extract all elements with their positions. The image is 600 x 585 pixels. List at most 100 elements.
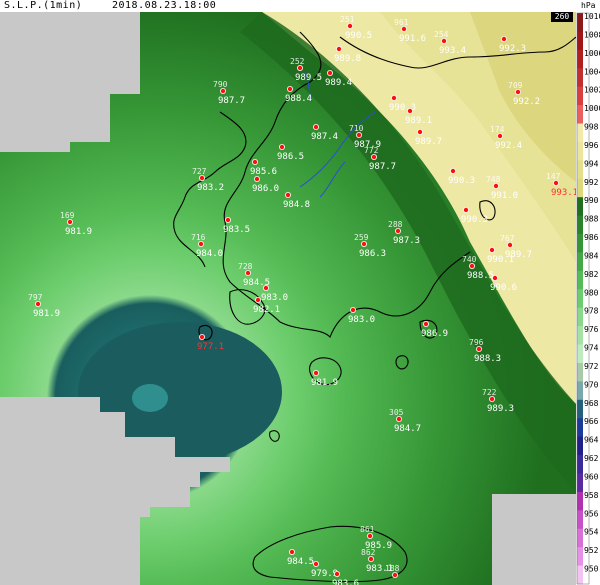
station-pressure-value: 984.8 <box>283 200 310 210</box>
legend-swatch <box>577 326 583 346</box>
station-pressure-value: 993.4 <box>439 46 466 56</box>
legend-level: 992 <box>584 178 599 187</box>
legend-swatch <box>577 234 583 253</box>
station-id: 961 <box>394 18 409 27</box>
station-dot <box>422 320 429 327</box>
product-title: S.L.P.(1min) <box>4 0 83 11</box>
station-dot <box>335 46 342 53</box>
legend-level: 978 <box>584 307 599 316</box>
station-dot <box>312 124 319 131</box>
station-pressure-value: 989.8 <box>334 54 361 64</box>
legend-swatch <box>577 565 583 585</box>
station-pressure-value: 986.0 <box>252 184 279 194</box>
station-id: 147 <box>546 172 561 181</box>
station-id: 710 <box>349 124 364 133</box>
station-id: 861 <box>360 525 375 534</box>
station-pressure-value: 989.1 <box>405 116 432 126</box>
station-id: 790 <box>213 80 228 89</box>
station-id: 305 <box>389 408 404 417</box>
legend-swatch <box>577 160 583 180</box>
legend-swatch <box>577 455 583 474</box>
station-id: 709 <box>508 81 523 90</box>
station-dot <box>296 65 303 72</box>
legend-swatch <box>577 418 583 438</box>
station-id: 722 <box>482 388 497 397</box>
legend-swatch <box>577 31 583 51</box>
station-id: 728 <box>238 262 253 271</box>
legend-swatch <box>577 105 583 125</box>
legend-level: 950 <box>584 565 599 574</box>
station-dot <box>288 549 295 556</box>
station-pressure-value: 992.2 <box>513 97 540 107</box>
station-pressure-value: 983.6 <box>332 579 359 585</box>
station-pressure-value: 988.3 <box>474 354 501 364</box>
legend-swatch <box>577 68 583 88</box>
legend-level: 1002 <box>584 86 600 95</box>
station-pressure-value: 983.0 <box>261 293 288 303</box>
legend-level: 966 <box>584 417 599 426</box>
station-pressure-value: 988.4 <box>285 94 312 104</box>
station-dot <box>390 95 397 102</box>
station-pressure-value: 992.3 <box>499 44 526 54</box>
station-dot <box>515 89 522 96</box>
legend-swatch <box>577 510 583 530</box>
station-dot <box>198 333 205 340</box>
no-data-region <box>492 494 576 585</box>
station-id: 288 <box>388 220 403 229</box>
legend-level: 986 <box>584 233 599 242</box>
station-dot <box>253 175 260 182</box>
station-pressure-value: 984.0 <box>196 249 223 259</box>
station-dot <box>197 240 204 247</box>
legend-level: 952 <box>584 546 599 555</box>
station-dot <box>370 153 377 160</box>
station-dot <box>360 240 367 247</box>
station-id: 740 <box>462 255 477 264</box>
station-pressure-value: 986.9 <box>421 329 448 339</box>
legend-level: 998 <box>584 123 599 132</box>
station-id: 748 <box>486 175 501 184</box>
station-pressure-value: 988.5 <box>467 271 494 281</box>
station-dot <box>462 206 469 213</box>
station-dot <box>198 174 205 181</box>
station-pressure-value: 977.1 <box>197 342 224 352</box>
station-pressure-value: 991.0 <box>491 191 518 201</box>
legend-level: 1004 <box>584 67 600 76</box>
station-pressure-value: 984.7 <box>394 424 421 434</box>
station-pressure-value: 981.9 <box>33 309 60 319</box>
station-dot <box>219 88 226 95</box>
station-dot <box>488 246 495 253</box>
station-pressure-value: 983.5 <box>223 225 250 235</box>
legend-level: 984 <box>584 251 599 260</box>
legend-level: 972 <box>584 362 599 371</box>
station-pressure-value: 991.6 <box>399 34 426 44</box>
map-header: S.L.P.(1min) 2018.08.23.18:00 hPa <box>0 0 600 12</box>
station-dot <box>367 556 374 563</box>
station-id: 254 <box>434 30 449 39</box>
station-dot <box>286 86 293 93</box>
station-dot <box>312 561 319 568</box>
legend-swatch <box>577 381 583 401</box>
station-pressure-value: 985.6 <box>250 167 277 177</box>
legend-level: 976 <box>584 325 599 334</box>
legend-swatch <box>577 307 583 327</box>
station-pressure-value: 987.4 <box>311 132 338 142</box>
station-dot <box>491 274 498 281</box>
legend-level: 956 <box>584 509 599 518</box>
legend-level: 988 <box>584 215 599 224</box>
legend-swatch <box>577 399 583 419</box>
station-pressure-value: 983.0 <box>348 315 375 325</box>
station-id: 796 <box>469 338 484 347</box>
legend-swatch <box>577 123 583 143</box>
map-timestamp: 2018.08.23.18:00 <box>112 0 217 11</box>
station-id: 188 <box>385 564 400 573</box>
legend-swatch <box>577 473 583 493</box>
legend-level: 996 <box>584 141 599 150</box>
legend-swatch <box>577 252 583 272</box>
station-pressure-value: 990.6 <box>490 283 517 293</box>
pressure-map: 251 990.5 961 991.6 254 993.4 992.3 989.8 252 989… <box>0 12 576 585</box>
station-dot <box>440 37 447 44</box>
station-pressure-value: 984.5 <box>287 557 314 567</box>
pressure-legend: 1010 1008 1006 1004 1002 1000 998 996 994 992 990 9… <box>576 12 600 585</box>
station-dot <box>244 269 251 276</box>
station-dot <box>67 218 74 225</box>
